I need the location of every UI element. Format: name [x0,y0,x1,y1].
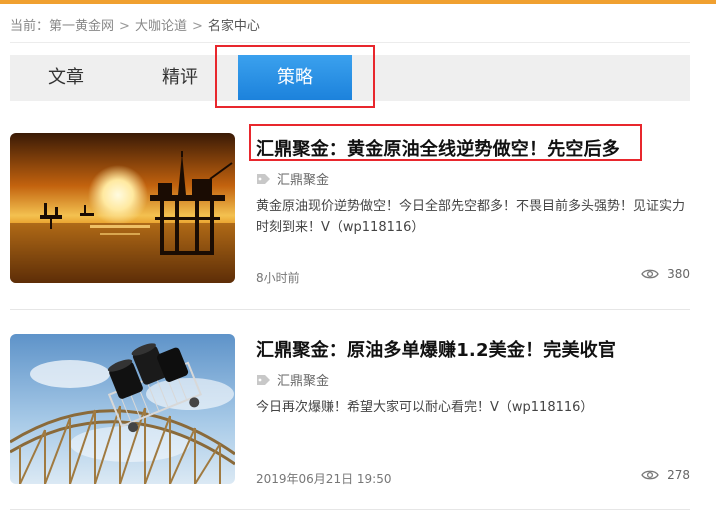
breadcrumb-divider [10,42,690,43]
tag-icon [257,374,270,385]
title-highlight-box [249,124,642,161]
article-author: 汇鼎聚金 [256,169,329,188]
article-divider [10,509,690,510]
article-time: 2019年06月21日 19:50 [256,472,392,486]
breadcrumb: 当前：第一黄金网 > 大咖论道 > 名家中心 [10,15,260,34]
oil-barrels-cart-image [10,334,235,484]
breadcrumb-separator: > [191,19,203,34]
article-views: 278 [641,468,690,482]
oil-rig-sunset-image [10,133,235,283]
article-summary: 今日再次爆赚！希望大家可以耐心看完！V（wp118116） [256,400,594,415]
tab-reviews[interactable]: 精评 [140,55,220,101]
article-divider [10,309,690,310]
breadcrumb-link-home[interactable]: 第一黄金网 [49,19,114,34]
article-item: 汇鼎聚金：黄金原油全线逆势做空！先空后多 汇鼎聚金 黄金原油现价逆势做空！今日全… [10,124,690,285]
top-accent-bar [0,0,716,4]
breadcrumb-prefix: 当前： [10,19,50,34]
tab-articles[interactable]: 文章 [26,55,106,101]
author-name[interactable]: 汇鼎聚金 [277,169,329,188]
article-item: 汇鼎聚金：原油多单爆赚1.2美金！完美收官 汇鼎聚金 今日再次爆赚！希望大家可以… [10,334,690,486]
breadcrumb-separator: > [119,19,130,34]
tab-highlight-box [215,45,375,108]
article-author: 汇鼎聚金 [256,370,329,389]
view-count: 380 [667,267,690,281]
article-thumbnail[interactable] [10,334,235,484]
eye-icon [641,269,659,279]
article-time: 8小时前 [256,271,300,285]
eye-icon [641,470,659,480]
tag-icon [257,173,270,184]
breadcrumb-current: 名家中心 [207,19,260,34]
article-thumbnail[interactable] [10,133,235,283]
view-count: 278 [667,468,690,482]
article-views: 380 [641,267,690,281]
article-title[interactable]: 汇鼎聚金：原油多单爆赚1.2美金！完美收官 [256,336,616,362]
article-summary: 黄金原油现价逆势做空！今日全部先空都多！不畏目前多头强势！见证实力时刻到来！V（… [256,199,686,235]
breadcrumb-link-section[interactable]: 大咖论道 [135,19,187,34]
author-name[interactable]: 汇鼎聚金 [277,370,329,389]
